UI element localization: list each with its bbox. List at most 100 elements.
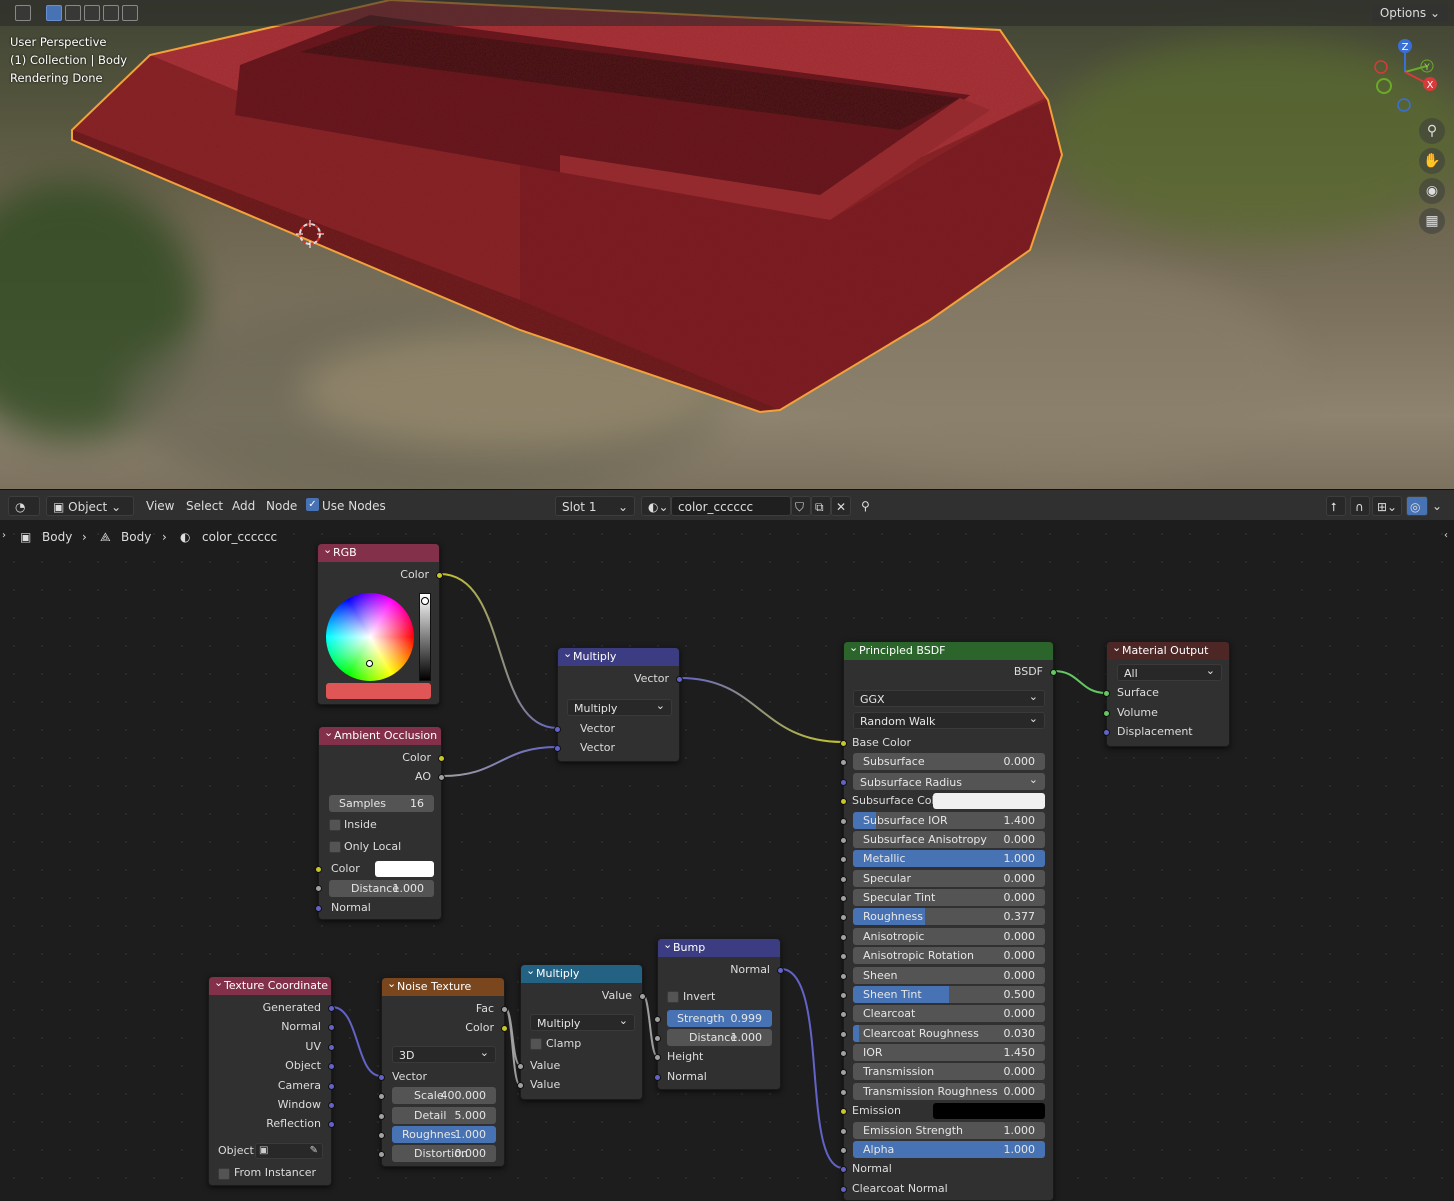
input-socket-metallic[interactable] (840, 856, 847, 863)
input-socket-subsurface-radius[interactable] (840, 779, 847, 786)
distribution-dropdown[interactable]: GGX (853, 688, 1045, 707)
options-dropdown[interactable]: Options ⌄ (1371, 4, 1448, 22)
input-socket-transmission-roughness[interactable] (840, 1089, 847, 1096)
input-socket-value-1[interactable] (517, 1063, 524, 1070)
distortion-field[interactable]: Distortion 0.000 (392, 1145, 496, 1162)
field-specular-tint[interactable]: Specular Tint 0.000 (853, 889, 1045, 906)
selected-object-body[interactable] (0, 0, 1454, 489)
select-mode-new-icon[interactable] (46, 5, 62, 21)
samples-field[interactable]: Samples 16 (329, 795, 434, 812)
target-dropdown[interactable]: All (1117, 662, 1222, 681)
slot-dropdown[interactable]: Slot 1 ⌄ (555, 496, 635, 516)
output-socket-color[interactable] (438, 755, 445, 762)
input-socket-scale[interactable] (378, 1093, 385, 1100)
menu-add[interactable]: Add (232, 496, 255, 516)
output-socket-bsdf[interactable] (1050, 669, 1057, 676)
color-wheel-cursor[interactable] (366, 660, 373, 667)
mode-dropdown[interactable]: ▣ Object ⌄ (46, 496, 134, 516)
operation-dropdown[interactable]: Multiply (567, 697, 672, 716)
menu-view[interactable]: View (146, 496, 174, 516)
input-socket-vector[interactable] (378, 1074, 385, 1081)
field-subsurface-anisotropy[interactable]: Subsurface Anisotropy 0.000 (853, 831, 1045, 848)
node-title[interactable]: Multiply (558, 645, 679, 666)
duplicate-material-icon[interactable]: ⧉ (811, 496, 831, 516)
input-socket-surface[interactable] (1103, 690, 1110, 697)
distance-field[interactable]: Distance 1.000 (329, 880, 434, 897)
input-socket-displacement[interactable] (1103, 729, 1110, 736)
strength-field[interactable]: Strength 0.999 (667, 1010, 772, 1027)
output-socket-uv[interactable] (328, 1043, 335, 1051)
dimensions-dropdown[interactable]: 3D (392, 1044, 496, 1063)
menu-node[interactable]: Node (266, 496, 297, 516)
menu-select[interactable]: Select (186, 496, 223, 516)
eyedropper-icon[interactable]: ✎ (310, 1144, 318, 1158)
field-emission-strength[interactable]: Emission Strength 1.000 (853, 1122, 1045, 1139)
field-ior[interactable]: IOR 1.450 (853, 1044, 1045, 1061)
field-anisotropic[interactable]: Anisotropic 0.000 (853, 928, 1045, 945)
field-metallic[interactable]: Metallic 1.000 (853, 850, 1045, 867)
value-slider-cursor[interactable] (421, 597, 429, 605)
input-socket-alpha[interactable] (840, 1147, 847, 1154)
pan-hand-icon[interactable]: ✋ (1419, 148, 1445, 174)
input-socket-volume[interactable] (1103, 710, 1110, 717)
input-socket-normal[interactable] (315, 905, 322, 912)
input-socket-ior[interactable] (840, 1050, 847, 1057)
node-texture-coordinate[interactable]: Texture Coordinate Generated Normal UV Obje… (208, 974, 335, 1186)
input-socket-roughness[interactable] (378, 1132, 385, 1139)
sidebar-toggle-right-icon[interactable]: ‹ (1444, 530, 1448, 541)
input-socket-anisotropic-rotation[interactable] (840, 953, 847, 960)
subsurface-method-dropdown[interactable]: Random Walk (853, 710, 1045, 729)
output-socket-color[interactable] (436, 572, 443, 579)
input-socket-color[interactable] (315, 866, 322, 873)
select-mode-subtract-icon[interactable] (84, 5, 100, 21)
node-title[interactable]: Texture Coordinate (209, 974, 331, 995)
overlays-dropdown-icon[interactable]: ⌄ (1432, 496, 1442, 516)
node-bump[interactable]: Bump Normal Invert Strength0.999 Distanc… (654, 936, 784, 1090)
field-clearcoat-roughness[interactable]: Clearcoat Roughness 0.030 (853, 1025, 1045, 1042)
subsurface-color-swatch[interactable] (933, 793, 1045, 809)
node-title[interactable]: Bump (658, 936, 780, 957)
pin-icon[interactable]: ⚲ (861, 496, 870, 516)
node-title[interactable]: Material Output (1107, 639, 1229, 660)
input-socket-clearcoat-roughness[interactable] (840, 1031, 847, 1038)
node-title[interactable]: RGB (318, 541, 439, 562)
node-principled-bsdf[interactable]: Principled BSDF BSDF GGX Random Walk Bas… (840, 639, 1057, 1201)
input-socket-normal[interactable] (840, 1166, 847, 1173)
color-swatch[interactable] (326, 683, 431, 699)
input-socket-subsurface-ior[interactable] (840, 818, 847, 825)
field-clearcoat[interactable]: Clearcoat 0.000 (853, 1005, 1045, 1022)
input-socket-subsurface-anisotropy[interactable] (840, 837, 847, 844)
node-title[interactable]: Multiply (521, 962, 642, 983)
field-sheen-tint[interactable]: Sheen Tint 0.500 (853, 986, 1045, 1003)
from-instancer-checkbox[interactable] (218, 1168, 230, 1180)
input-socket-transmission[interactable] (840, 1069, 847, 1076)
node-title[interactable]: Principled BSDF (844, 639, 1053, 660)
field-subsurface-ior[interactable]: Subsurface IOR 1.400 (853, 812, 1045, 829)
field-subsurface[interactable]: Subsurface 0.000 (853, 753, 1045, 770)
node-rgb[interactable]: RGB Color (317, 541, 443, 705)
subsurface-radius-dropdown[interactable]: Subsurface Radius (853, 771, 1045, 790)
navigation-gizmo[interactable]: Z Y X (1370, 36, 1442, 118)
inside-checkbox[interactable] (329, 819, 341, 831)
color-swatch-white[interactable] (375, 861, 434, 877)
input-socket-anisotropic[interactable] (840, 934, 847, 941)
3d-viewport[interactable]: Options ⌄ User Perspective (1) Collectio… (0, 0, 1454, 489)
input-socket-distortion[interactable] (378, 1151, 385, 1158)
select-tool-icon[interactable] (15, 5, 31, 21)
detail-field[interactable]: Detail 5.000 (392, 1107, 496, 1124)
editor-type-dropdown[interactable]: ◔ ⌄ (8, 496, 40, 534)
field-specular[interactable]: Specular 0.000 (853, 870, 1045, 887)
node-noise-texture[interactable]: Noise Texture Fac Color 3D Vector Scale4… (378, 975, 508, 1167)
node-title[interactable]: Noise Texture (382, 975, 504, 996)
snapping-icon[interactable]: ∩ (1350, 496, 1370, 516)
output-socket-color[interactable] (501, 1025, 508, 1032)
scale-field[interactable]: Scale 400.000 (392, 1087, 496, 1104)
input-socket-emission-strength[interactable] (840, 1128, 847, 1135)
value-slider[interactable] (419, 593, 431, 681)
input-socket-distance[interactable] (654, 1035, 661, 1042)
material-browse-icon[interactable]: ◐⌄ (641, 496, 671, 516)
input-socket-value-2[interactable] (517, 1082, 524, 1089)
ortho-grid-icon[interactable]: ▦ (1419, 208, 1445, 234)
output-socket-vector[interactable] (676, 676, 683, 683)
unlink-material-icon[interactable]: ✕ (831, 496, 851, 516)
